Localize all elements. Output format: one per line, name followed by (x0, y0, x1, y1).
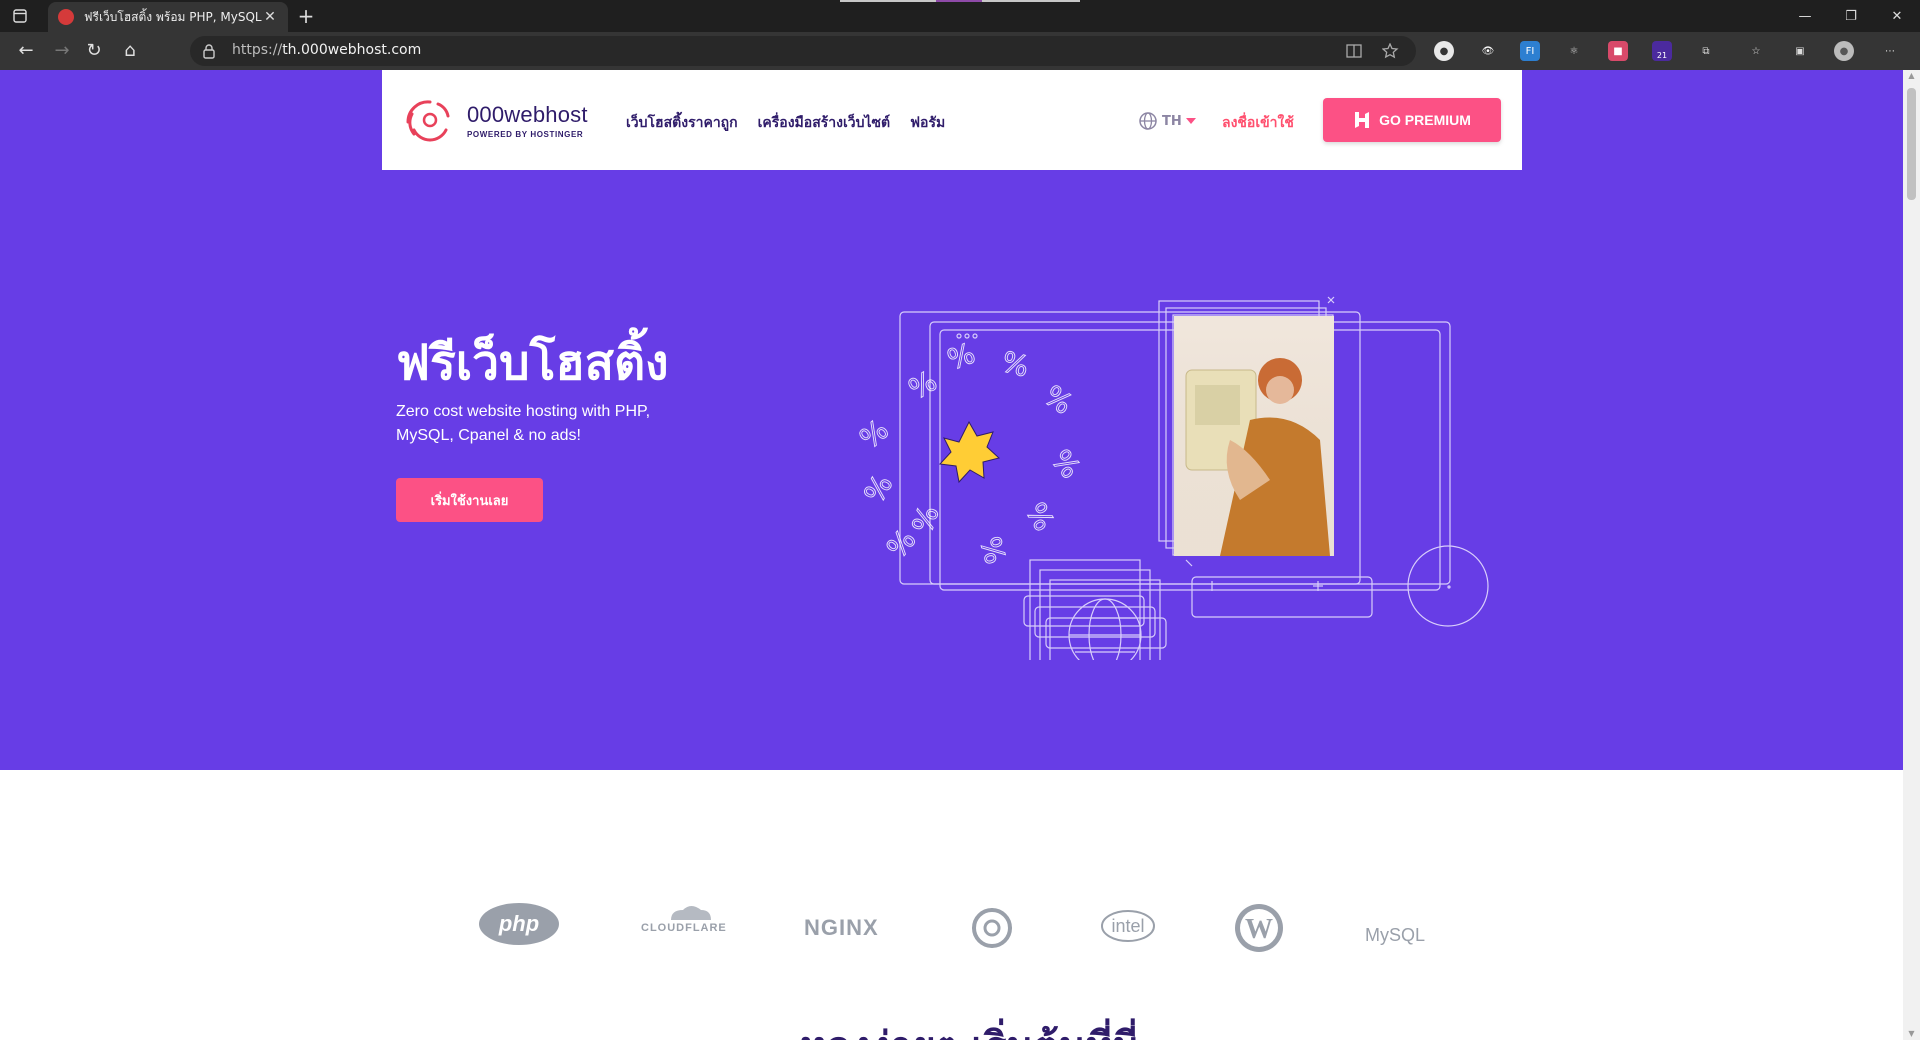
svg-text:W: W (1245, 914, 1273, 945)
favorites-icon[interactable]: ☆ (1746, 41, 1766, 61)
extension-1-icon[interactable]: ● (1434, 41, 1454, 61)
section-title-cutoff: หลงง่ายๆ เริ่มต้นที่นี่ (800, 1014, 1140, 1040)
address-bar[interactable]: https://th.000webhost.com (190, 36, 1416, 66)
browser-toolbar: ← → ↻ ⌂ https://th.000webhost.com ● 👁 FI… (0, 32, 1920, 70)
svg-text:%: % (1019, 497, 1061, 537)
brand-name: 000webhost (467, 102, 588, 127)
new-tab-button[interactable]: + (294, 4, 318, 28)
page-scrollbar[interactable]: ▲ ▼ (1903, 70, 1920, 1040)
login-link[interactable]: ลงชื่อเข้าใช้ (1222, 112, 1294, 134)
menu-forum[interactable]: ฟอรัม (910, 112, 945, 134)
window-controls: — ❐ ✕ (1782, 0, 1920, 32)
browser-tab-bar: ฟรีเว็บโฮสติ้ง พร้อม PHP, MySQL และ ✕ + … (0, 0, 1920, 32)
chevron-down-icon (1185, 118, 1196, 124)
svg-text:%: % (857, 469, 899, 509)
language-selector[interactable]: TH (1138, 111, 1196, 131)
wordpress-logo-icon: W (1235, 904, 1283, 952)
svg-text:%: % (1038, 379, 1079, 421)
scrollbar-thumb[interactable] (1907, 88, 1916, 200)
top-drag-strip-accent (936, 0, 982, 2)
globe-icon (1139, 112, 1157, 130)
svg-text:%: % (998, 345, 1032, 384)
restore-icon[interactable]: ❐ (1828, 0, 1874, 32)
url-text: https://th.000webhost.com (232, 42, 422, 58)
extension-badge-icon[interactable]: 21 (1652, 41, 1672, 61)
lock-icon (203, 44, 215, 59)
brand[interactable]: 000webhost POWERED BY HOSTINGER (467, 102, 588, 139)
back-icon[interactable]: ← (14, 40, 38, 64)
svg-text:%: % (973, 533, 1012, 567)
minimize-icon[interactable]: — (1782, 0, 1828, 32)
hero-illustration: % % % % % % % % % % % (853, 296, 1489, 660)
go-premium-button[interactable]: GO PREMIUM (1323, 98, 1501, 142)
brand-sub: POWERED BY HOSTINGER (467, 130, 584, 139)
php-logo-icon: php (479, 903, 559, 945)
hostinger-h-icon (1355, 112, 1370, 128)
close-window-icon[interactable]: ✕ (1874, 0, 1920, 32)
site-favicon-icon (58, 9, 74, 25)
hero-section: 000webhost POWERED BY HOSTINGER เว็บโฮสต… (0, 70, 1903, 770)
php-logo-text: php (498, 911, 539, 936)
tab-close-icon[interactable]: ✕ (262, 9, 278, 25)
forward-icon[interactable]: → (50, 40, 74, 64)
hero-title: ฟรีเว็บโฮสติ้ง (396, 335, 669, 391)
page-viewport: 000webhost POWERED BY HOSTINGER เว็บโฮสต… (0, 70, 1920, 1040)
extension-react-icon[interactable]: ⚛ (1564, 41, 1584, 61)
more-menu-icon[interactable]: ⋯ (1880, 41, 1900, 61)
intel-logo-icon: intel (1101, 910, 1155, 942)
language-code: TH (1162, 113, 1182, 129)
hostinger-swirl-icon (972, 908, 1012, 948)
hero-subtitle: Zero cost website hosting with PHP, MySQ… (396, 403, 651, 444)
main-menu: เว็บโฮสติ้งราคาถูก เครื่องมือสร้างเว็บไซ… (626, 112, 945, 134)
mysql-logo: MySQL (1365, 925, 1426, 945)
extensions-puzzle-icon[interactable]: ⧉ (1696, 41, 1716, 61)
reader-mode-icon[interactable] (1346, 43, 1364, 59)
get-started-button[interactable]: เริ่มใช้งานเลย (396, 478, 543, 522)
000webhost-logo-icon[interactable] (400, 94, 460, 146)
svg-text:%: % (853, 413, 895, 455)
partner-logos: php CLOUDFLARE NGINX intel W MySQL (0, 830, 1903, 952)
site-header: 000webhost POWERED BY HOSTINGER เว็บโฮสต… (382, 70, 1522, 170)
scroll-up-icon[interactable]: ▲ (1907, 72, 1916, 80)
extension-red-icon[interactable]: ■ (1608, 41, 1628, 61)
go-premium-label: GO PREMIUM (1379, 112, 1471, 128)
tab-title: ฟรีเว็บโฮสติ้ง พร้อม PHP, MySQL และ (84, 9, 262, 24)
svg-text:%: % (903, 364, 943, 406)
tab-actions-icon[interactable] (10, 6, 30, 26)
photo-frame (1174, 316, 1334, 556)
scroll-down-icon[interactable]: ▼ (1907, 1030, 1916, 1038)
cloudflare-logo: CLOUDFLARE (641, 906, 727, 934)
menu-cheap-hosting[interactable]: เว็บโฮสติ้งราคาถูก (626, 112, 738, 134)
nginx-logo: NGINX (804, 915, 879, 940)
svg-text:%: % (943, 336, 979, 376)
home-icon[interactable]: ⌂ (118, 40, 142, 64)
browser-tab-active[interactable]: ฟรีเว็บโฮสติ้ง พร้อม PHP, MySQL และ ✕ (48, 2, 288, 32)
extension-fi-icon[interactable]: FI (1520, 41, 1540, 61)
favorite-star-icon[interactable] (1382, 43, 1400, 59)
cloud-icon (671, 906, 711, 920)
menu-website-builder[interactable]: เครื่องมือสร้างเว็บไซต์ (758, 112, 890, 134)
collections-icon[interactable]: ▣ (1790, 41, 1810, 61)
svg-text:%: % (1045, 443, 1087, 485)
profile-avatar[interactable]: ● (1834, 41, 1854, 61)
intel-logo-text: intel (1111, 916, 1144, 936)
extension-eye-icon[interactable]: 👁 (1478, 41, 1498, 61)
refresh-icon[interactable]: ↻ (82, 40, 106, 64)
